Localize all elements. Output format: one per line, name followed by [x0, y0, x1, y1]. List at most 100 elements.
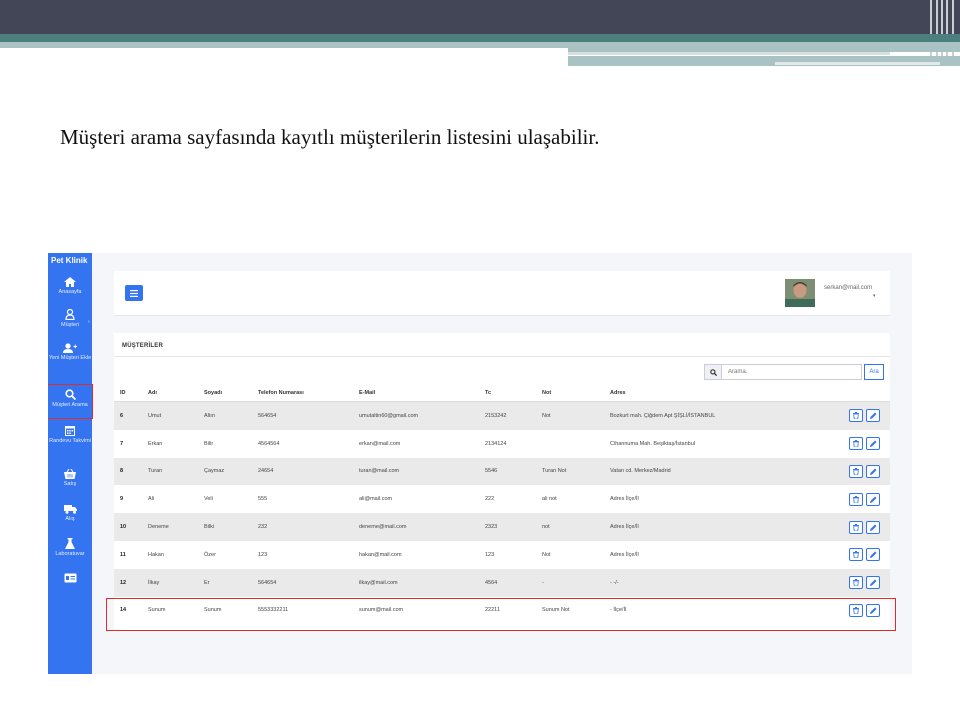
highlight-row-outline [106, 598, 896, 631]
menu-toggle-button[interactable] [125, 285, 143, 301]
sidebar-item-label: Randevu Takvimi [49, 438, 91, 444]
delete-button[interactable] [849, 409, 863, 423]
table-cell: ali not [542, 496, 557, 503]
flask-icon [65, 538, 75, 549]
table-cell: Erkan [148, 440, 163, 447]
sidebar-item-label: Anasayfa [58, 289, 82, 295]
table-cell: 2323 [479, 513, 536, 541]
edit-button[interactable] [866, 464, 880, 478]
row-actions [843, 430, 890, 458]
sidebar-item-kasa[interactable] [48, 573, 92, 584]
table-row[interactable]: 6 Umut Altın 564654 umutaltin60@gmail.com 215… [114, 401, 890, 430]
edit-button[interactable] [866, 492, 880, 506]
trash-icon [853, 579, 859, 587]
card-title: MÜŞTERİLER [122, 343, 163, 349]
table-cell: 564654 [252, 401, 353, 430]
delete-button[interactable] [849, 437, 863, 451]
table-row[interactable]: 9 Ali Veli 555 ali@mail.com 222 ali not Adres İ… [114, 485, 890, 513]
delete-button[interactable] [849, 520, 863, 534]
table-cell: 564654 [252, 568, 353, 597]
hamburger-icon [130, 289, 138, 297]
table-row[interactable]: 10 Deneme Bilki 232 deneme@mail.com 2323 not Ad… [114, 513, 890, 541]
sidebar-item-yeni-musteri[interactable]: Yeni Müşteri Ekle [48, 343, 92, 362]
table-cell: Bilki [198, 513, 252, 541]
delete-button[interactable] [849, 548, 863, 562]
customers-table: ID Adı Soyadı Telefon Numarası E-Mail Tc… [114, 385, 890, 624]
table-cell: Altın [198, 401, 252, 430]
edit-button[interactable] [866, 576, 880, 590]
table-cell: Not [536, 401, 604, 430]
edit-button[interactable] [866, 437, 880, 451]
table-cell: Özer [204, 551, 216, 558]
table-cell: 4564564 [258, 440, 280, 447]
sidebar-item-alis[interactable]: Alış [48, 504, 92, 523]
table-cell [536, 430, 604, 458]
table-cell: Deneme [142, 513, 198, 541]
trash-icon [853, 440, 859, 448]
avatar[interactable] [785, 279, 815, 307]
table-cell: Er [198, 568, 252, 597]
table-cell: Adres İlçe/İl [610, 551, 639, 558]
search-button[interactable]: Ara [864, 364, 884, 380]
table-row[interactable]: 12 İlkay Er 564654 ilkay@mail.com 4564- - -/- [114, 568, 890, 597]
trash-icon [853, 412, 859, 420]
table-cell: 2153242 [479, 401, 536, 430]
table-cell: umutaltin60@gmail.com [353, 401, 479, 430]
sidebar-item-label: Müşteri [60, 322, 80, 328]
table-cell: İlkay [142, 568, 198, 597]
table-row[interactable]: 7 Erkan Bilir 4564564 erkan@mail.com 2134124 C… [114, 430, 890, 458]
home-icon [64, 277, 76, 287]
table-cell: Veli [204, 496, 213, 503]
sidebar-item-randevu[interactable]: Randevu Takvimi [48, 425, 92, 445]
sidebar-item-label: Yeni Müşteri Ekle [48, 355, 92, 361]
col-not: Not [536, 385, 604, 402]
edit-button[interactable] [866, 548, 880, 562]
table-cell: turan@mail.com [353, 457, 479, 486]
sidebar-item-label: Satış [63, 481, 77, 487]
table-cell: ilkay@mail.com [353, 568, 479, 597]
truck-icon [63, 505, 77, 514]
sidebar-item-label: Alış [65, 516, 75, 522]
sidebar-item-satis[interactable]: Satış [48, 469, 92, 488]
table-cell: 12 [114, 568, 142, 597]
sidebar-item-musteri-arama[interactable]: Müşteri Arama [48, 384, 93, 419]
table-cell: Cihannuma Mah. Beşiktaş/İstanbul [610, 440, 695, 447]
slide-band-right-stripe2 [775, 62, 940, 65]
user-email[interactable]: serkan@mail.com [824, 285, 872, 291]
sidebar-item-laboratuvar[interactable]: Laboratuvar [48, 538, 92, 558]
col-ad: Adı [142, 385, 198, 402]
trash-icon [853, 495, 859, 503]
sidebar-item-label: Müşteri Arama [52, 402, 88, 408]
edit-button[interactable] [866, 520, 880, 534]
col-actions [843, 385, 890, 402]
table-cell: Hakan [148, 551, 164, 558]
avatar-photo [785, 279, 815, 307]
pencil-icon [869, 496, 876, 503]
table-cell: hakan@mail.com [359, 551, 402, 558]
table-cell: erkan@mail.com [359, 440, 401, 447]
trash-icon [853, 523, 859, 531]
col-id: ID [114, 385, 142, 402]
search-addon [704, 364, 722, 380]
caret-down-icon[interactable]: ▾ [873, 293, 876, 299]
delete-button[interactable] [849, 576, 863, 590]
table-cell: Turan [142, 457, 198, 486]
divider [114, 356, 890, 357]
sidebar-item-musteri[interactable]: Müşteri [48, 309, 92, 329]
pencil-icon [869, 468, 876, 475]
slide-band [0, 34, 960, 42]
table-row[interactable]: 11 Hakan Özer 123 hakan@mail.com 123 Not Adres … [114, 541, 890, 569]
table-cell: Ali [148, 496, 155, 503]
edit-button[interactable] [866, 409, 880, 423]
brand-title: Pet Klinik [51, 256, 88, 265]
delete-button[interactable] [849, 492, 863, 506]
table-header-row: ID Adı Soyadı Telefon Numarası E-Mail Tc… [114, 385, 890, 402]
sidebar-item-anasayfa[interactable]: Anasayfa [48, 277, 92, 296]
search-input[interactable] [722, 364, 862, 380]
pencil-icon [869, 412, 876, 420]
table-cell: 10 [114, 513, 142, 541]
table-row[interactable]: 8 Turan Çaymaz 24654 turan@mail.com 5546 Turan… [114, 457, 890, 486]
delete-button[interactable] [849, 464, 863, 478]
table-cell: 6 [114, 401, 142, 430]
pencil-icon [869, 579, 876, 587]
